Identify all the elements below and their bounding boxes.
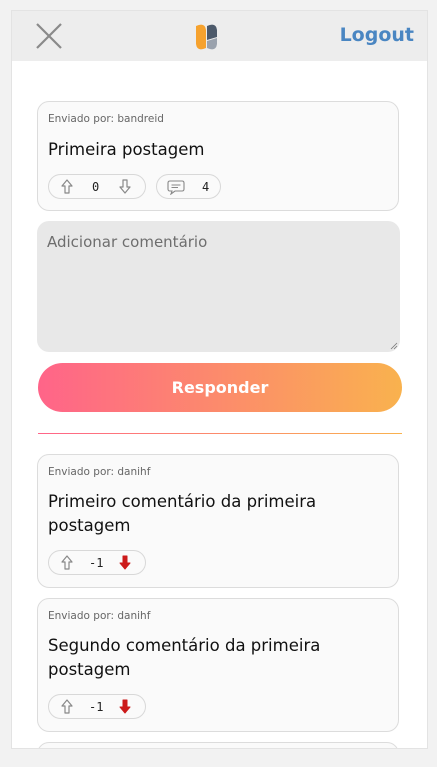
comment-text: Primeiro comentário da primeira postagem — [48, 492, 317, 535]
comment-card: Enviado por: danihf Segundo comentário d… — [37, 598, 399, 732]
logout-button[interactable]: Logout — [340, 24, 414, 46]
comment-sender: Enviado por: danihf — [48, 466, 151, 478]
post-vote-control: 0 — [48, 174, 146, 199]
downvote-active-icon[interactable] — [117, 554, 133, 571]
post-vote-count: 0 — [92, 180, 100, 194]
close-icon[interactable] — [35, 22, 63, 50]
comment-vote-count: -1 — [89, 556, 104, 570]
post-card: Enviado por: bandreid Primeira postagem … — [37, 101, 399, 211]
comment-vote-count: -1 — [89, 700, 104, 714]
comment-bubble-icon — [167, 180, 185, 195]
resize-grip-icon[interactable] — [390, 342, 398, 350]
upvote-icon[interactable] — [59, 698, 75, 715]
post-comment-count: 4 — [202, 180, 210, 194]
post-comments-control[interactable]: 4 — [156, 174, 221, 199]
app-logo — [196, 24, 217, 50]
comment-card-partial — [37, 742, 399, 748]
comment-text: Segundo comentário da primeira postagem — [48, 636, 321, 679]
comment-sender: Enviado por: danihf — [48, 610, 151, 622]
downvote-active-icon[interactable] — [117, 698, 133, 715]
post-sender: Enviado por: bandreid — [48, 113, 164, 125]
upvote-icon[interactable] — [59, 178, 75, 195]
top-bar: Logout — [12, 11, 427, 61]
comment-vote-control: -1 — [48, 550, 146, 575]
post-title: Primeira postagem — [48, 140, 205, 159]
upvote-icon[interactable] — [59, 554, 75, 571]
reply-button[interactable]: Responder — [38, 363, 402, 412]
section-divider — [38, 433, 402, 434]
app-frame: Logout Enviado por: bandreid Primeira po… — [11, 10, 428, 749]
comment-input[interactable] — [37, 221, 400, 352]
downvote-icon[interactable] — [117, 178, 133, 195]
comment-card: Enviado por: danihf Primeiro comentário … — [37, 454, 399, 588]
comment-vote-control: -1 — [48, 694, 146, 719]
